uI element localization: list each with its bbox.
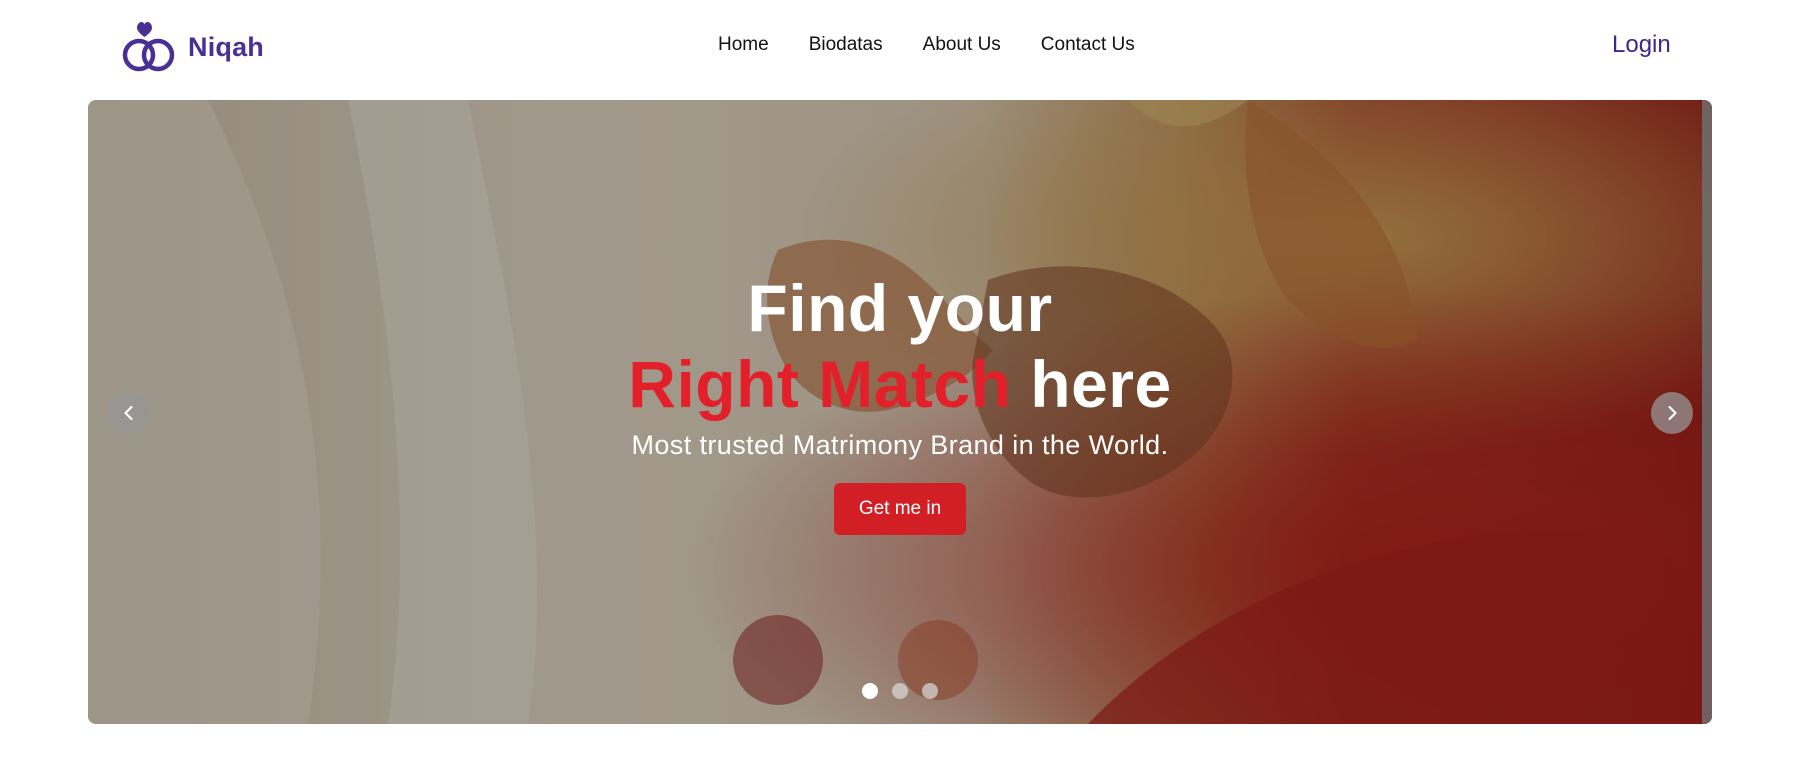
get-me-in-button[interactable]: Get me in	[834, 483, 966, 535]
nav-home[interactable]: Home	[718, 34, 769, 56]
brand-logo-link[interactable]: Niqah	[120, 18, 264, 76]
hero-title-line2: Right Match here	[88, 346, 1712, 422]
hero-subtitle: Most trusted Matrimony Brand in the Worl…	[631, 430, 1169, 460]
hero-content: Find your Right Match here Most trusted …	[88, 270, 1712, 535]
nav-biodatas[interactable]: Biodatas	[809, 34, 883, 56]
login-link[interactable]: Login	[1612, 31, 1671, 59]
nav-about-us[interactable]: About Us	[923, 34, 1001, 56]
carousel-prev-button[interactable]	[108, 392, 150, 434]
chevron-left-icon	[124, 405, 133, 421]
hero-title-rest: here	[1030, 347, 1172, 421]
carousel-next-button[interactable]	[1651, 392, 1693, 434]
carousel-dot-2[interactable]	[892, 683, 908, 699]
rings-heart-icon	[122, 22, 175, 72]
hero-title-accent: Right Match	[628, 347, 1012, 421]
main-nav: Home Biodatas About Us Contact Us	[718, 34, 1135, 56]
nav-contact-us[interactable]: Contact Us	[1041, 34, 1135, 56]
hero-carousel: Find your Right Match here Most trusted …	[88, 100, 1712, 724]
carousel-dot-3[interactable]	[922, 683, 938, 699]
hero-title-line1: Find your	[747, 271, 1053, 345]
chevron-right-icon	[1668, 405, 1677, 421]
brand-name: Niqah	[188, 31, 265, 62]
carousel-dot-1[interactable]	[862, 683, 878, 699]
site-header: Niqah Home Biodatas About Us Contact Us …	[0, 0, 1793, 92]
carousel-indicators	[862, 683, 938, 699]
